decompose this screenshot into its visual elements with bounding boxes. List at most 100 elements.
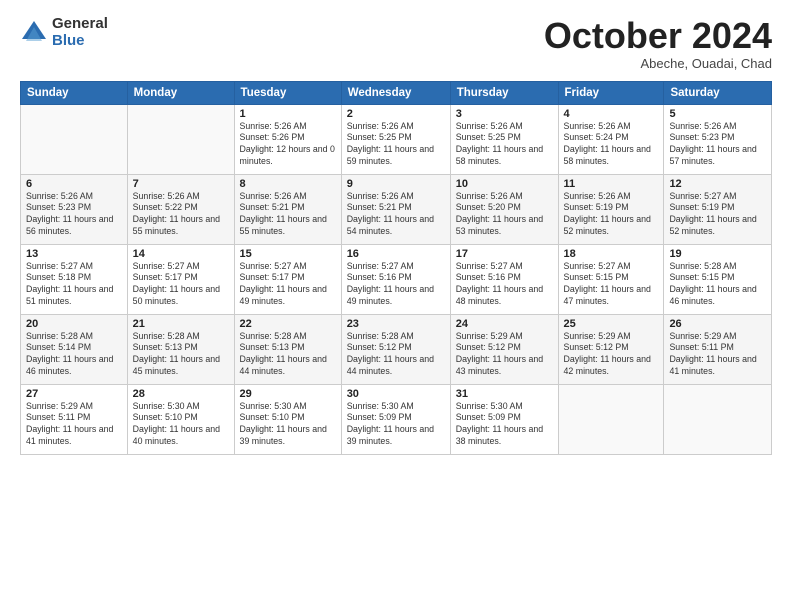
calendar-cell: 1Sunrise: 5:26 AM Sunset: 5:26 PM Daylig…	[234, 104, 341, 174]
day-info: Sunrise: 5:26 AM Sunset: 5:19 PM Dayligh…	[564, 191, 659, 239]
calendar-cell: 12Sunrise: 5:27 AM Sunset: 5:19 PM Dayli…	[664, 174, 772, 244]
calendar-cell: 21Sunrise: 5:28 AM Sunset: 5:13 PM Dayli…	[127, 314, 234, 384]
day-info: Sunrise: 5:26 AM Sunset: 5:20 PM Dayligh…	[456, 191, 553, 239]
day-info: Sunrise: 5:26 AM Sunset: 5:21 PM Dayligh…	[347, 191, 445, 239]
calendar-cell: 13Sunrise: 5:27 AM Sunset: 5:18 PM Dayli…	[21, 244, 128, 314]
calendar-cell: 19Sunrise: 5:28 AM Sunset: 5:15 PM Dayli…	[664, 244, 772, 314]
day-number: 15	[240, 248, 336, 260]
day-info: Sunrise: 5:28 AM Sunset: 5:13 PM Dayligh…	[133, 331, 229, 379]
calendar-cell: 31Sunrise: 5:30 AM Sunset: 5:09 PM Dayli…	[450, 384, 558, 454]
calendar-cell: 4Sunrise: 5:26 AM Sunset: 5:24 PM Daylig…	[558, 104, 664, 174]
day-number: 25	[564, 318, 659, 330]
logo-text: General Blue	[52, 16, 108, 49]
calendar-cell: 20Sunrise: 5:28 AM Sunset: 5:14 PM Dayli…	[21, 314, 128, 384]
calendar-cell: 6Sunrise: 5:26 AM Sunset: 5:23 PM Daylig…	[21, 174, 128, 244]
day-info: Sunrise: 5:27 AM Sunset: 5:16 PM Dayligh…	[456, 261, 553, 309]
calendar-cell: 11Sunrise: 5:26 AM Sunset: 5:19 PM Dayli…	[558, 174, 664, 244]
day-number: 4	[564, 108, 659, 120]
calendar-cell: 7Sunrise: 5:26 AM Sunset: 5:22 PM Daylig…	[127, 174, 234, 244]
day-info: Sunrise: 5:27 AM Sunset: 5:17 PM Dayligh…	[240, 261, 336, 309]
day-number: 5	[669, 108, 766, 120]
week-row-0: 1Sunrise: 5:26 AM Sunset: 5:26 PM Daylig…	[21, 104, 772, 174]
day-number: 28	[133, 388, 229, 400]
day-info: Sunrise: 5:26 AM Sunset: 5:24 PM Dayligh…	[564, 121, 659, 169]
calendar-cell: 28Sunrise: 5:30 AM Sunset: 5:10 PM Dayli…	[127, 384, 234, 454]
calendar-cell: 18Sunrise: 5:27 AM Sunset: 5:15 PM Dayli…	[558, 244, 664, 314]
calendar-cell: 17Sunrise: 5:27 AM Sunset: 5:16 PM Dayli…	[450, 244, 558, 314]
day-info: Sunrise: 5:29 AM Sunset: 5:12 PM Dayligh…	[564, 331, 659, 379]
day-info: Sunrise: 5:27 AM Sunset: 5:15 PM Dayligh…	[564, 261, 659, 309]
day-info: Sunrise: 5:26 AM Sunset: 5:26 PM Dayligh…	[240, 121, 336, 169]
weekday-header-thursday: Thursday	[450, 81, 558, 104]
day-info: Sunrise: 5:30 AM Sunset: 5:09 PM Dayligh…	[347, 401, 445, 449]
day-number: 11	[564, 178, 659, 190]
day-number: 9	[347, 178, 445, 190]
weekday-header-sunday: Sunday	[21, 81, 128, 104]
day-number: 18	[564, 248, 659, 260]
day-info: Sunrise: 5:27 AM Sunset: 5:19 PM Dayligh…	[669, 191, 766, 239]
header: General Blue October 2024 Abeche, Ouadai…	[20, 16, 772, 71]
logo: General Blue	[20, 16, 108, 49]
day-number: 26	[669, 318, 766, 330]
calendar-cell: 9Sunrise: 5:26 AM Sunset: 5:21 PM Daylig…	[341, 174, 450, 244]
logo-general-text: General	[52, 16, 108, 33]
day-number: 31	[456, 388, 553, 400]
calendar-cell: 23Sunrise: 5:28 AM Sunset: 5:12 PM Dayli…	[341, 314, 450, 384]
calendar-cell: 15Sunrise: 5:27 AM Sunset: 5:17 PM Dayli…	[234, 244, 341, 314]
day-number: 17	[456, 248, 553, 260]
calendar-cell: 29Sunrise: 5:30 AM Sunset: 5:10 PM Dayli…	[234, 384, 341, 454]
day-number: 27	[26, 388, 122, 400]
week-row-2: 13Sunrise: 5:27 AM Sunset: 5:18 PM Dayli…	[21, 244, 772, 314]
logo-icon	[20, 19, 48, 47]
day-number: 10	[456, 178, 553, 190]
day-info: Sunrise: 5:27 AM Sunset: 5:18 PM Dayligh…	[26, 261, 122, 309]
day-number: 19	[669, 248, 766, 260]
week-row-3: 20Sunrise: 5:28 AM Sunset: 5:14 PM Dayli…	[21, 314, 772, 384]
day-info: Sunrise: 5:28 AM Sunset: 5:15 PM Dayligh…	[669, 261, 766, 309]
week-row-4: 27Sunrise: 5:29 AM Sunset: 5:11 PM Dayli…	[21, 384, 772, 454]
location-subtitle: Abeche, Ouadai, Chad	[544, 56, 772, 71]
day-info: Sunrise: 5:29 AM Sunset: 5:11 PM Dayligh…	[26, 401, 122, 449]
calendar-cell: 8Sunrise: 5:26 AM Sunset: 5:21 PM Daylig…	[234, 174, 341, 244]
calendar-cell: 3Sunrise: 5:26 AM Sunset: 5:25 PM Daylig…	[450, 104, 558, 174]
month-title: October 2024	[544, 16, 772, 56]
day-info: Sunrise: 5:26 AM Sunset: 5:25 PM Dayligh…	[456, 121, 553, 169]
day-info: Sunrise: 5:28 AM Sunset: 5:12 PM Dayligh…	[347, 331, 445, 379]
page: General Blue October 2024 Abeche, Ouadai…	[0, 0, 792, 612]
day-info: Sunrise: 5:28 AM Sunset: 5:13 PM Dayligh…	[240, 331, 336, 379]
day-info: Sunrise: 5:30 AM Sunset: 5:10 PM Dayligh…	[240, 401, 336, 449]
day-info: Sunrise: 5:27 AM Sunset: 5:17 PM Dayligh…	[133, 261, 229, 309]
day-number: 14	[133, 248, 229, 260]
calendar-cell: 16Sunrise: 5:27 AM Sunset: 5:16 PM Dayli…	[341, 244, 450, 314]
weekday-header-saturday: Saturday	[664, 81, 772, 104]
calendar-cell: 27Sunrise: 5:29 AM Sunset: 5:11 PM Dayli…	[21, 384, 128, 454]
week-row-1: 6Sunrise: 5:26 AM Sunset: 5:23 PM Daylig…	[21, 174, 772, 244]
weekday-header-monday: Monday	[127, 81, 234, 104]
day-number: 6	[26, 178, 122, 190]
calendar-cell	[21, 104, 128, 174]
day-number: 20	[26, 318, 122, 330]
day-number: 13	[26, 248, 122, 260]
day-number: 30	[347, 388, 445, 400]
day-number: 7	[133, 178, 229, 190]
calendar-cell	[558, 384, 664, 454]
day-info: Sunrise: 5:26 AM Sunset: 5:23 PM Dayligh…	[26, 191, 122, 239]
calendar-cell: 5Sunrise: 5:26 AM Sunset: 5:23 PM Daylig…	[664, 104, 772, 174]
day-number: 29	[240, 388, 336, 400]
day-info: Sunrise: 5:26 AM Sunset: 5:22 PM Dayligh…	[133, 191, 229, 239]
weekday-header-row: SundayMondayTuesdayWednesdayThursdayFrid…	[21, 81, 772, 104]
day-number: 3	[456, 108, 553, 120]
day-info: Sunrise: 5:26 AM Sunset: 5:21 PM Dayligh…	[240, 191, 336, 239]
day-info: Sunrise: 5:26 AM Sunset: 5:25 PM Dayligh…	[347, 121, 445, 169]
day-number: 23	[347, 318, 445, 330]
calendar-cell: 22Sunrise: 5:28 AM Sunset: 5:13 PM Dayli…	[234, 314, 341, 384]
calendar-table: SundayMondayTuesdayWednesdayThursdayFrid…	[20, 81, 772, 455]
day-info: Sunrise: 5:29 AM Sunset: 5:12 PM Dayligh…	[456, 331, 553, 379]
day-number: 22	[240, 318, 336, 330]
day-number: 1	[240, 108, 336, 120]
weekday-header-wednesday: Wednesday	[341, 81, 450, 104]
day-number: 2	[347, 108, 445, 120]
day-number: 24	[456, 318, 553, 330]
day-number: 12	[669, 178, 766, 190]
day-info: Sunrise: 5:27 AM Sunset: 5:16 PM Dayligh…	[347, 261, 445, 309]
